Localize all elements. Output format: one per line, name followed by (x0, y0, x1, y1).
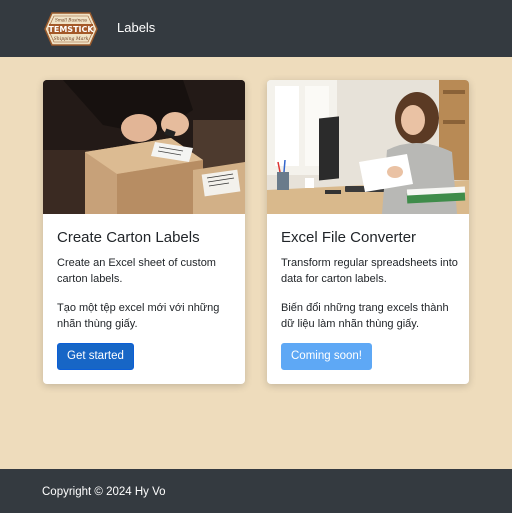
card-description-vietnamese: Biến đổi những trang excels thành dữ liệ… (281, 302, 449, 330)
temstick-logo[interactable]: Small Business TEMSTICK Shipping Mark (44, 11, 98, 47)
card-title: Create Carton Labels (57, 229, 200, 246)
get-started-button[interactable]: Get started (57, 343, 134, 370)
card-excel-file-converter: Excel File Converter Transform regular s… (267, 80, 469, 384)
excel-converter-photo (267, 80, 469, 214)
svg-text:Small Business: Small Business (55, 18, 87, 23)
card-title: Excel File Converter (281, 229, 417, 246)
card-description-english: Create an Excel sheet of custom carton l… (57, 257, 216, 285)
card-create-carton-labels: Create Carton Labels Create an Excel she… (43, 80, 245, 384)
carton-labels-photo (43, 80, 245, 214)
coming-soon-button: Coming soon! (281, 343, 372, 370)
card-description-vietnamese: Tạo một tệp excel mới với những nhãn thù… (57, 302, 220, 330)
svg-text:Shipping Mark: Shipping Mark (54, 36, 89, 42)
svg-text:TEMSTICK: TEMSTICK (48, 25, 94, 34)
nav-link-labels[interactable]: Labels (117, 20, 155, 36)
card-description-english: Transform regular spreadsheets into data… (281, 257, 458, 285)
footer: Copyright © 2024 Hy Vo (0, 469, 512, 513)
navbar: Small Business TEMSTICK Shipping Mark La… (0, 0, 512, 57)
logo-emblem: Small Business TEMSTICK Shipping Mark (44, 12, 98, 46)
copyright-text: Copyright © 2024 Hy Vo (42, 486, 166, 498)
